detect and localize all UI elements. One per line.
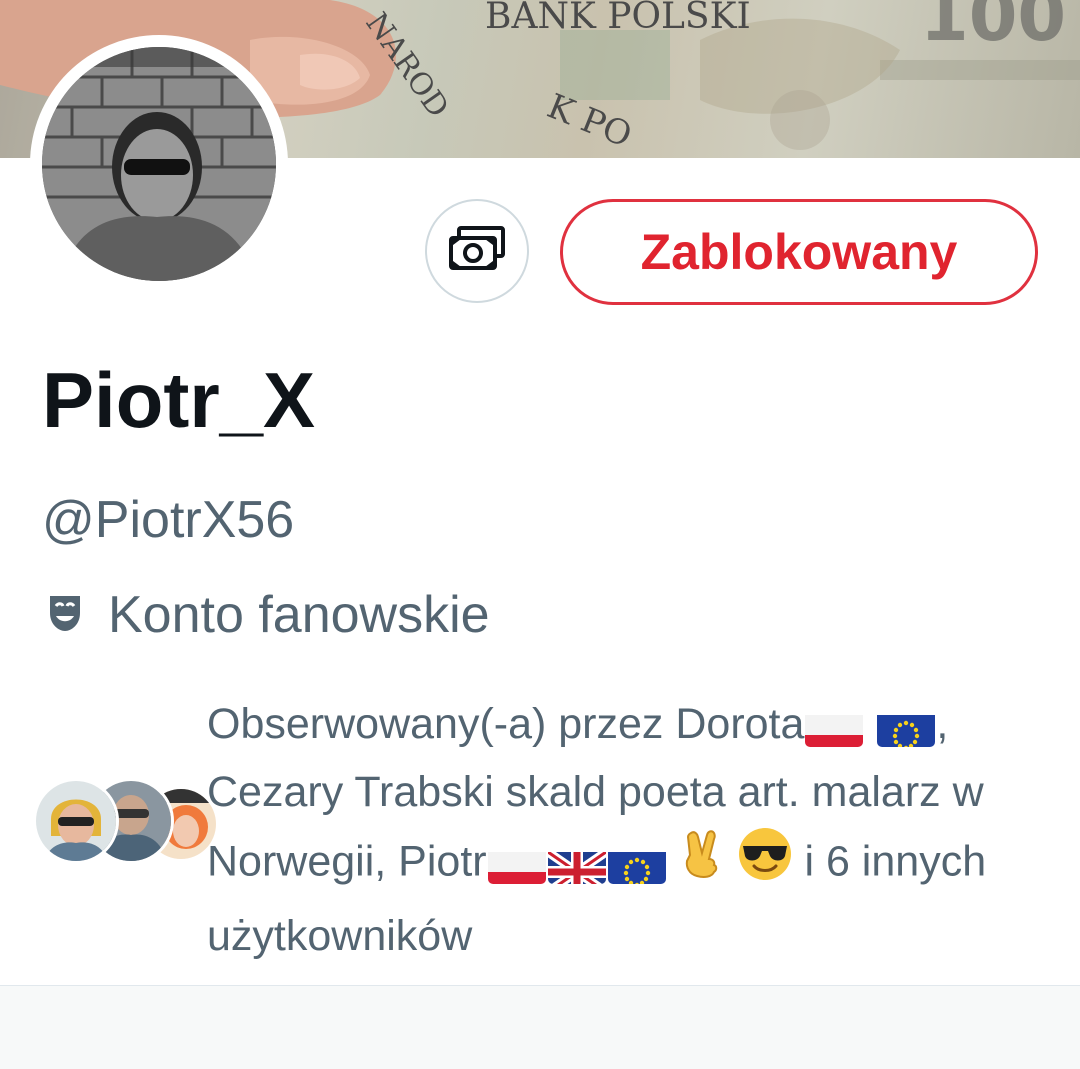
- victory-hand-icon: [679, 829, 725, 899]
- followed-by-prefix: Obserwowany(-a) przez Dorota: [207, 700, 805, 748]
- avatar-photo: [42, 47, 276, 281]
- account-type-label: Konto fanowskie: [108, 586, 490, 644]
- svg-text:BANK POLSKI: BANK POLSKI: [485, 0, 751, 37]
- follower-avatar: [33, 778, 119, 864]
- blocked-button[interactable]: Zablokowany: [560, 199, 1038, 305]
- svg-text:100: 100: [920, 0, 1066, 57]
- tips-button[interactable]: [425, 199, 529, 303]
- blocked-button-label: Zablokowany: [640, 224, 958, 280]
- eu-flag-icon: [877, 707, 936, 747]
- followed-by-text[interactable]: Obserwowany(-a) przez Dorota , Cezary Tr…: [207, 690, 1027, 970]
- followed-by-avatars[interactable]: [33, 778, 219, 864]
- poland-flag-icon: [805, 707, 864, 747]
- eu-flag-icon: [607, 844, 666, 884]
- display-name: Piotr_X: [42, 356, 316, 444]
- profile-page: BANK POLSKI NAROD K PO 100 Zablokowany P…: [0, 0, 1080, 1069]
- money-icon: [447, 225, 507, 277]
- uk-flag-icon: [547, 844, 606, 884]
- user-handle: @PiotrX56: [42, 491, 295, 549]
- theater-masks-icon: [44, 593, 86, 638]
- sunglasses-face-icon: [737, 826, 793, 902]
- poland-flag-icon: [487, 844, 546, 884]
- tabs-area: [0, 986, 1080, 1069]
- account-type-row[interactable]: Konto fanowskie: [44, 582, 490, 648]
- profile-avatar[interactable]: [30, 35, 288, 293]
